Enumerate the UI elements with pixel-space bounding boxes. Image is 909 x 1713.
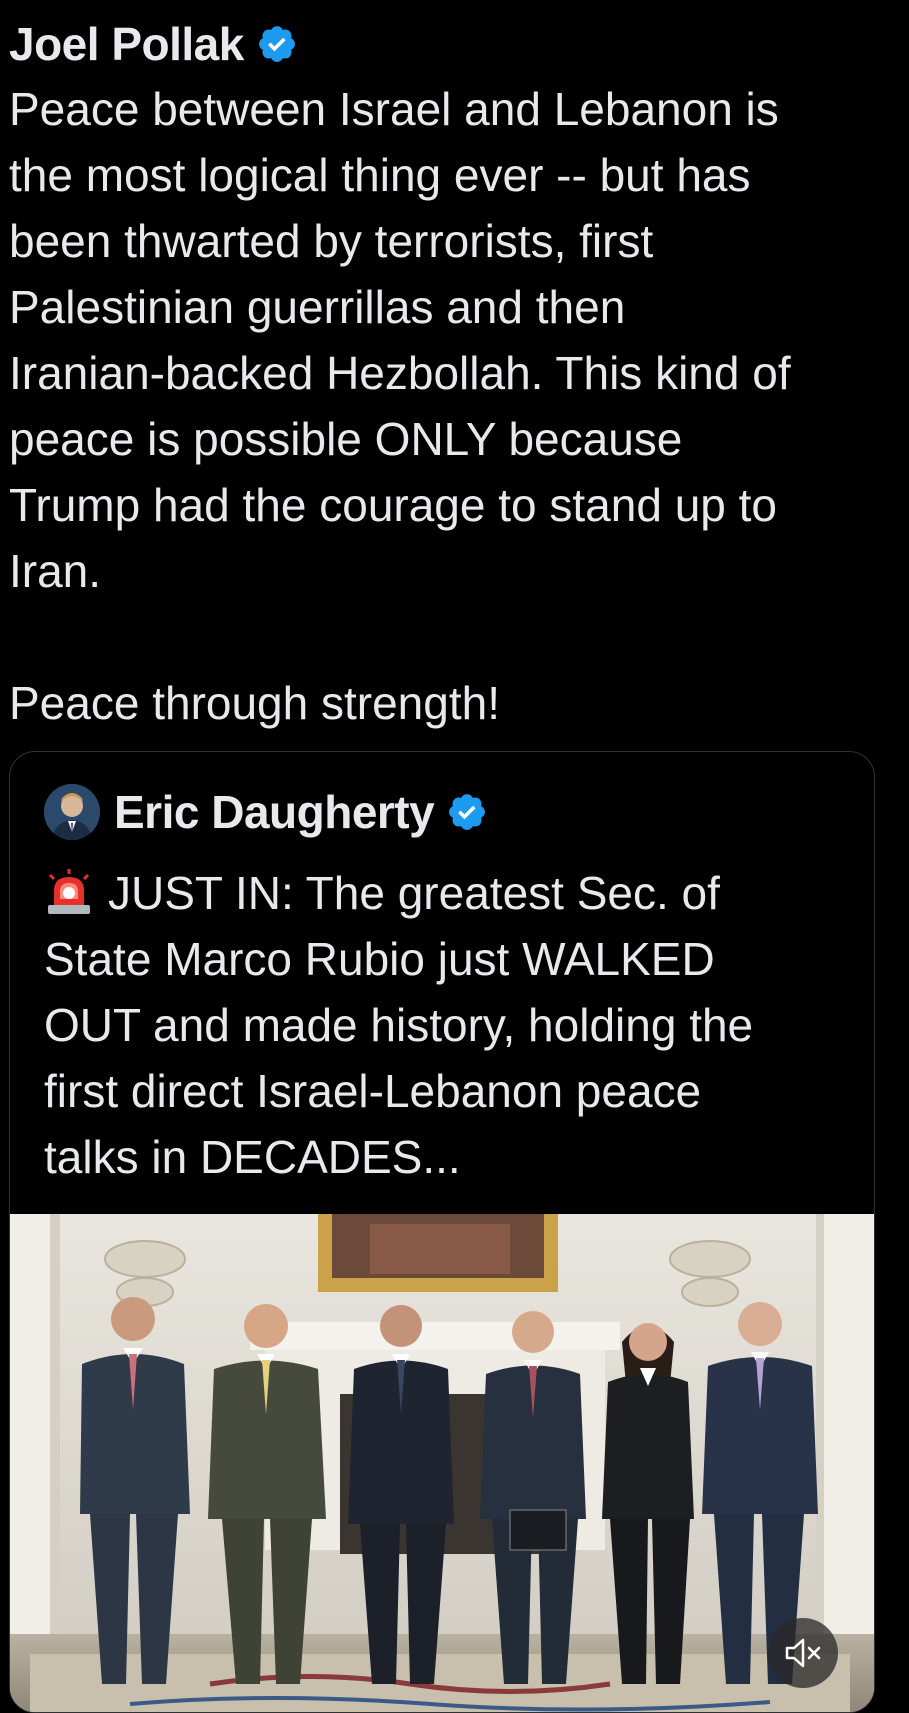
video-player[interactable] <box>10 1214 874 1712</box>
quoted-post-body: JUST IN: The greatest Sec. of State Marc… <box>44 867 754 1183</box>
video-frame <box>10 1214 874 1712</box>
post-text: Peace between Israel and Lebanon is the … <box>9 83 791 729</box>
post-header: Joel Pollak <box>9 12 899 76</box>
main-post: Joel Pollak Peace between Israel and Leb… <box>9 12 899 736</box>
avatar[interactable] <box>44 784 100 840</box>
verified-badge-icon[interactable] <box>256 23 298 65</box>
quoted-post-card[interactable]: Eric Daugherty JUST IN: The greatest Sec… <box>9 751 875 1713</box>
quoted-post-text: JUST IN: The greatest Sec. of State Marc… <box>44 860 844 1190</box>
verified-badge-icon[interactable] <box>446 791 488 833</box>
author-name[interactable]: Joel Pollak <box>9 17 244 71</box>
siren-emoji-icon <box>48 869 90 914</box>
mute-button[interactable] <box>768 1618 838 1688</box>
speaker-muted-icon <box>785 1638 821 1668</box>
quoted-post-header: Eric Daugherty <box>44 782 488 842</box>
quoted-author-name[interactable]: Eric Daugherty <box>114 785 435 839</box>
